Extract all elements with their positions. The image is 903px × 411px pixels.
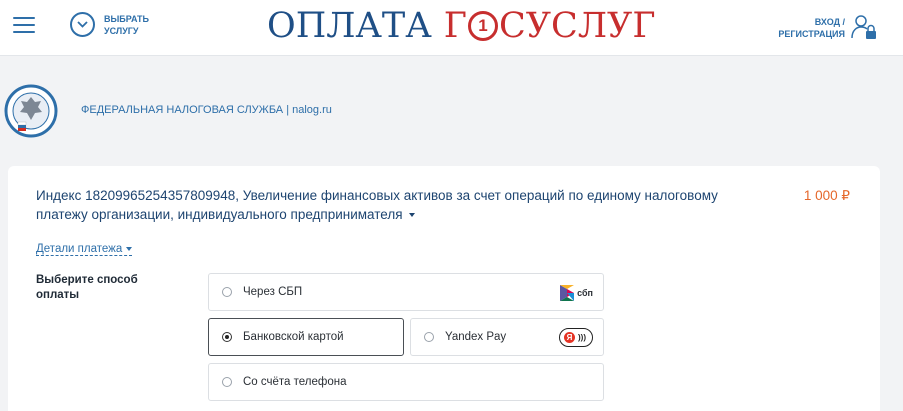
payment-option-card[interactable]: Банковской картой: [208, 318, 404, 356]
logo-text-part: ОПЛАТА: [267, 6, 432, 46]
chevron-down-icon: [70, 12, 95, 37]
payment-purpose[interactable]: Индекс 18209965254357809948, Увеличение …: [36, 186, 756, 224]
caret-down-icon[interactable]: [408, 213, 415, 218]
logo-text-part: СУСЛУГ: [498, 6, 656, 46]
choose-service-button[interactable]: ВЫБРАТЬ УСЛУГУ: [70, 12, 164, 37]
payment-details-toggle[interactable]: Детали платежа: [36, 243, 133, 256]
yandex-badge-letter: Я: [564, 332, 575, 343]
contactless-icon: ))): [578, 333, 586, 342]
hamburger-icon[interactable]: [13, 16, 35, 34]
payment-details-label: Детали платежа: [36, 243, 123, 255]
payment-option-label: Со счёта телефона: [243, 376, 347, 388]
payment-option-label: Через СБП: [243, 286, 303, 298]
payment-option-sbp[interactable]: Через СБП сбп: [208, 273, 604, 311]
payment-option-yandex-pay[interactable]: Yandex Pay Я ))): [410, 318, 604, 356]
choose-service-label: ВЫБРАТЬ УСЛУГУ: [104, 13, 150, 36]
payment-option-label: Банковской картой: [243, 331, 344, 343]
top-header: ВЫБРАТЬ УСЛУГУ ОПЛАТА Г 1 СУСЛУГ ВХОД / …: [0, 0, 903, 56]
payment-option-phone[interactable]: Со счёта телефона: [208, 363, 604, 401]
login-link[interactable]: ВХОД / РЕГИСТРАЦИЯ: [775, 16, 845, 40]
payment-method-title: Выберите способ оплаты: [36, 274, 138, 301]
caret-down-icon: [126, 246, 133, 251]
sbp-logo-text: сбп: [577, 288, 593, 298]
payment-purpose-text: Индекс 18209965254357809948, Увеличение …: [36, 188, 718, 222]
radio-selected-icon[interactable]: [222, 332, 232, 342]
organization-name: ФЕДЕРАЛЬНАЯ НАЛОГОВАЯ СЛУЖБА | nalog.ru: [81, 104, 332, 116]
radio-icon[interactable]: [222, 377, 232, 387]
yandex-pay-icon: Я ))): [559, 328, 593, 347]
radio-icon[interactable]: [424, 332, 434, 342]
radio-icon[interactable]: [222, 287, 232, 297]
user-lock-icon[interactable]: [850, 13, 878, 41]
fns-emblem-icon: [4, 84, 58, 138]
login-label: ВХОД / РЕГИСТРАЦИЯ: [778, 17, 845, 39]
payment-amount: 1 000 ₽: [803, 188, 850, 203]
payment-option-label: Yandex Pay: [445, 331, 507, 343]
site-logo[interactable]: ОПЛАТА Г 1 СУСЛУГ: [267, 6, 656, 46]
payment-card: Индекс 18209965254357809948, Увеличение …: [8, 166, 880, 411]
logo-coin-icon: 1: [467, 11, 498, 41]
sbp-logo-icon: сбп: [559, 284, 593, 302]
logo-text-g: Г: [443, 6, 467, 46]
